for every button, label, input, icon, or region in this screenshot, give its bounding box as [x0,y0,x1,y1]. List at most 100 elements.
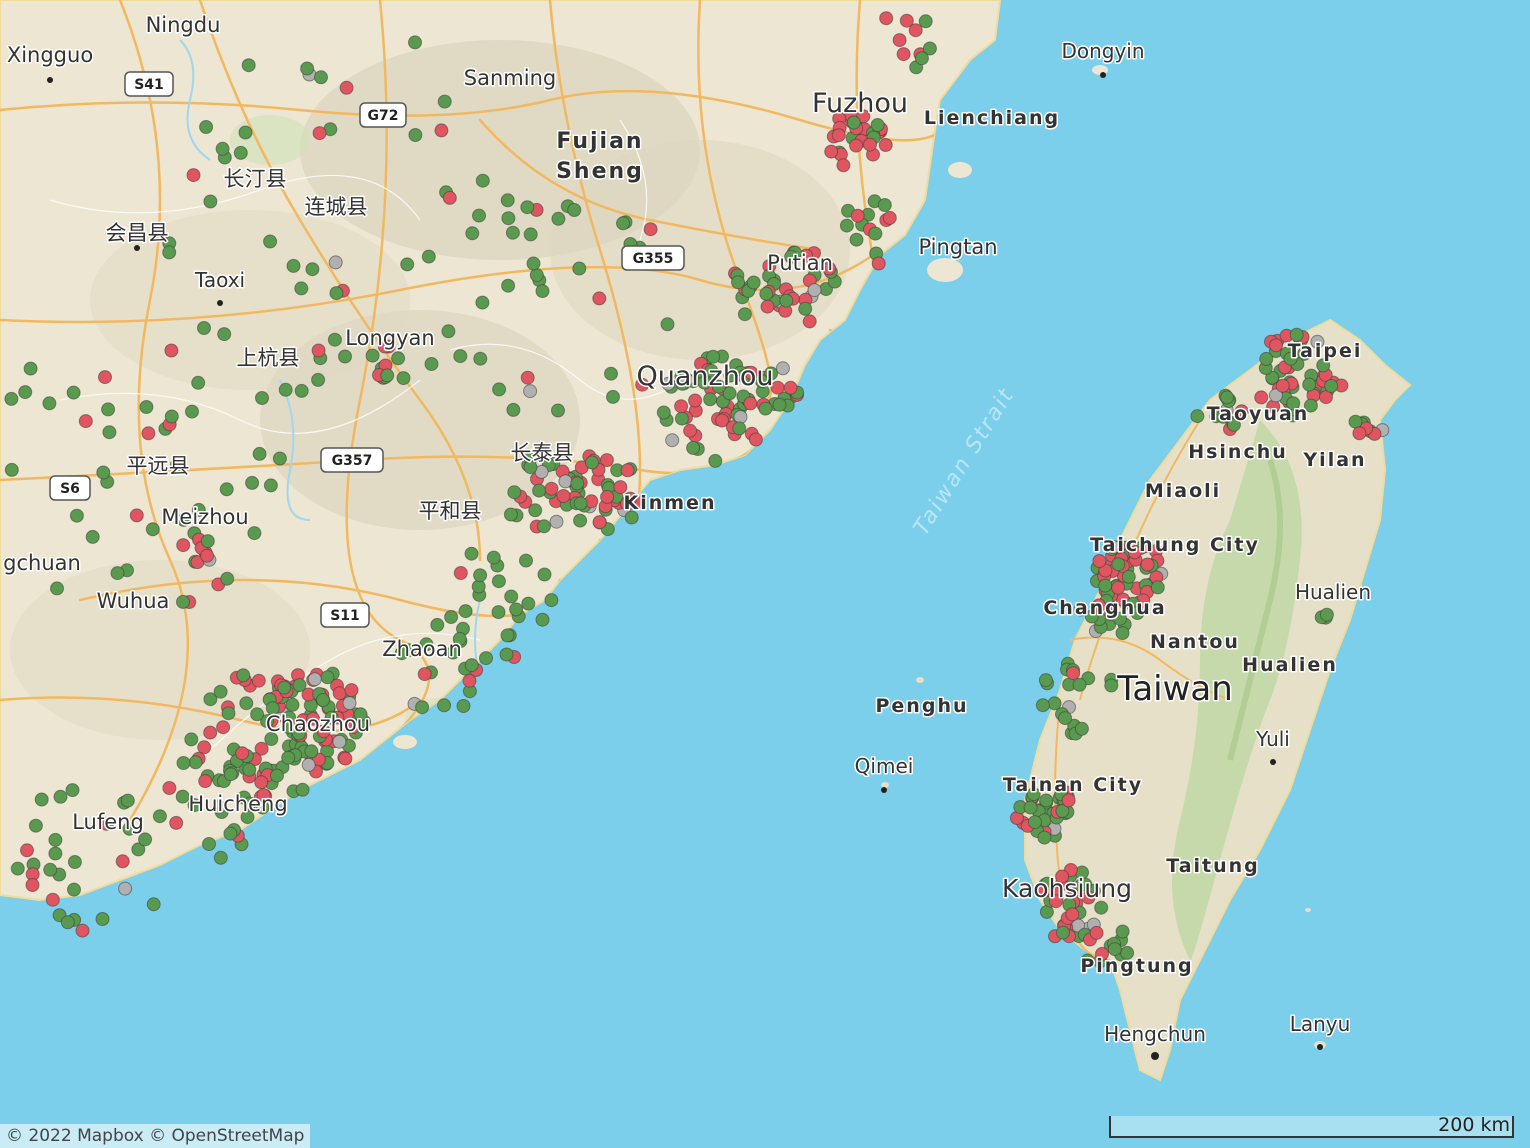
map-point[interactable] [585,455,599,470]
map-point[interactable] [338,751,353,766]
map-point[interactable] [458,604,473,619]
map-point[interactable] [48,846,63,861]
map-point[interactable] [479,651,493,666]
map-point[interactable] [200,548,215,563]
map-point[interactable] [1038,673,1053,688]
map-point[interactable] [501,278,516,293]
map-point[interactable] [592,291,607,306]
map-point[interactable] [491,605,506,620]
map-point[interactable] [1072,677,1087,692]
map-point[interactable] [247,526,262,541]
map-point[interactable] [521,596,536,611]
map-point[interactable] [213,684,228,699]
map-point[interactable] [175,789,190,804]
map-point[interactable] [544,593,559,608]
map-point[interactable] [1348,414,1363,429]
map-point[interactable] [380,368,395,383]
map-point[interactable] [464,658,479,673]
map-point[interactable] [849,138,864,153]
map-point[interactable] [708,453,723,468]
map-point[interactable] [606,389,620,404]
map-point[interactable] [338,349,352,364]
map-point[interactable] [235,746,250,761]
map-point[interactable] [263,234,278,249]
map-point[interactable] [129,508,144,523]
map-point[interactable] [798,301,813,316]
map-point[interactable] [1115,924,1130,939]
map-point[interactable] [110,566,125,581]
map-point[interactable] [1275,378,1290,393]
map-point[interactable] [316,693,330,707]
map-point[interactable] [311,372,326,387]
map-point[interactable] [437,698,452,713]
map-point[interactable] [332,686,347,701]
map-point[interactable] [1150,580,1165,595]
map-point[interactable] [65,783,80,798]
map-point[interactable] [186,168,201,183]
map-point[interactable] [737,307,752,322]
map-point[interactable] [772,397,787,412]
map-point[interactable] [473,568,488,583]
map-point[interactable] [892,33,907,48]
map-point[interactable] [424,357,439,371]
map-point[interactable] [1027,815,1042,830]
map-point[interactable] [520,200,535,215]
map-point[interactable] [10,861,25,876]
map-point[interactable] [191,375,206,390]
map-point[interactable] [69,508,84,523]
map-point[interactable] [263,478,278,493]
map-point[interactable] [1098,578,1113,593]
map-point[interactable] [775,361,790,376]
map-point[interactable] [529,268,544,283]
map-point[interactable] [162,781,177,795]
map-point[interactable] [462,673,477,688]
map-point[interactable] [871,256,886,271]
map-point[interactable] [233,145,248,160]
map-point[interactable] [217,327,232,342]
map-point[interactable] [4,391,19,406]
map-point[interactable] [138,832,153,847]
map-point[interactable] [831,128,846,143]
map-point[interactable] [396,371,411,386]
map-point[interactable] [500,193,515,208]
map-point[interactable] [688,393,703,408]
map-point[interactable] [23,361,38,376]
map-point[interactable] [164,343,179,358]
map-point[interactable] [523,227,538,242]
map-point[interactable] [295,782,310,797]
map-point[interactable] [223,826,238,841]
map-point[interactable] [616,216,630,231]
map-point[interactable] [408,128,423,142]
map-point[interactable] [758,401,773,416]
map-point[interactable] [118,881,133,896]
map-point[interactable] [365,348,380,363]
map-point[interactable] [219,482,234,497]
map-point[interactable] [604,366,618,381]
map-point[interactable] [145,522,160,537]
map-point[interactable] [184,732,199,747]
map-point[interactable] [98,370,112,385]
map-point[interactable] [1035,698,1050,713]
map-point[interactable] [4,462,19,477]
map-point[interactable] [573,496,588,511]
map-point[interactable] [312,126,327,141]
map-point[interactable] [286,258,301,273]
map-point[interactable] [505,225,520,240]
map-point[interactable] [453,349,468,364]
map-point[interactable] [465,226,480,241]
map-point[interactable] [783,380,798,395]
map-point[interactable] [434,123,449,138]
map-point[interactable] [45,892,60,907]
map-point[interactable] [836,158,851,173]
map-point[interactable] [270,768,284,783]
map-point[interactable] [839,218,854,233]
map-point[interactable] [95,912,110,926]
map-point[interactable] [665,433,680,448]
map-point[interactable] [67,882,81,897]
map-point[interactable] [558,474,573,489]
map-point[interactable] [896,47,911,62]
map-point[interactable] [272,451,287,466]
map-point[interactable] [254,775,269,790]
map-point[interactable] [456,699,471,713]
map-point[interactable] [1121,569,1136,584]
